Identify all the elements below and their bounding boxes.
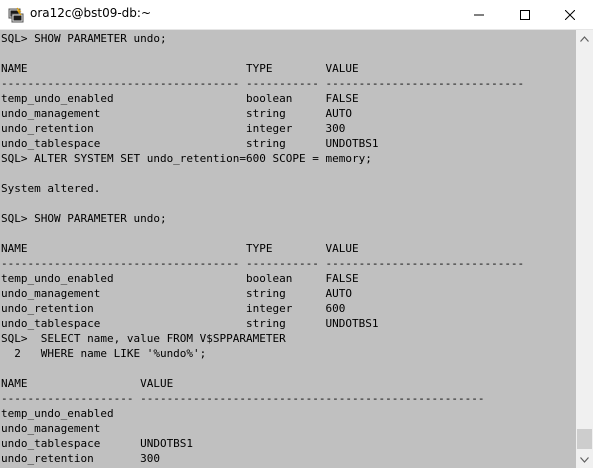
terminal-line: SQL> SHOW PARAMETER undo; bbox=[1, 32, 167, 45]
close-button[interactable] bbox=[547, 0, 593, 29]
terminal-line: ------------------------------------ ---… bbox=[1, 77, 525, 90]
terminal-line: NAME TYPE VALUE bbox=[1, 62, 359, 75]
chevron-up-icon bbox=[580, 35, 589, 42]
terminal-line: 2 WHERE name LIKE '%undo%'; bbox=[1, 347, 207, 360]
terminal-output[interactable]: SQL> SHOW PARAMETER undo; NAME TYPE VALU… bbox=[0, 30, 576, 468]
terminal-line: undo_tablespace string UNDOTBS1 bbox=[1, 317, 379, 330]
terminal-line: undo_retention 300 bbox=[1, 452, 160, 465]
terminal-line: temp_undo_enabled bbox=[1, 407, 114, 420]
vertical-scrollbar[interactable] bbox=[576, 30, 593, 468]
terminal-line: undo_retention integer 600 bbox=[1, 302, 346, 315]
terminal-line: undo_tablespace string UNDOTBS1 bbox=[1, 137, 379, 150]
terminal-line: SQL> ALTER SYSTEM SET undo_retention=600… bbox=[1, 152, 372, 165]
terminal-line: NAME VALUE bbox=[1, 377, 174, 390]
terminal-line: temp_undo_enabled boolean FALSE bbox=[1, 92, 359, 105]
scrollbar-thumb[interactable] bbox=[577, 429, 592, 449]
minimize-icon bbox=[474, 14, 484, 15]
scroll-up-button[interactable] bbox=[576, 30, 593, 47]
terminal-line: -------------------- -------------------… bbox=[1, 392, 485, 405]
title-bar[interactable]: ora12c@bst09-db:~ bbox=[0, 0, 593, 30]
terminal-line: undo_management string AUTO bbox=[1, 107, 352, 120]
chevron-down-icon bbox=[580, 456, 589, 463]
terminal-line: SQL> SELECT name, value FROM V$SPPARAMET… bbox=[1, 332, 286, 345]
terminal-line: undo_tablespace UNDOTBS1 bbox=[1, 437, 194, 450]
terminal-line: undo_management string AUTO bbox=[1, 287, 352, 300]
terminal-line: SQL> SHOW PARAMETER undo; bbox=[1, 212, 167, 225]
minimize-button[interactable] bbox=[456, 0, 502, 29]
window-title: ora12c@bst09-db:~ bbox=[30, 6, 152, 20]
terminal-line: undo_retention integer 300 bbox=[1, 122, 346, 135]
close-icon bbox=[565, 9, 575, 20]
putty-terminal-icon[interactable] bbox=[8, 7, 24, 23]
terminal-line: System altered. bbox=[1, 182, 101, 195]
terminal-line: ------------------------------------ ---… bbox=[1, 257, 525, 270]
terminal-line: NAME TYPE VALUE bbox=[1, 242, 359, 255]
maximize-button[interactable] bbox=[502, 0, 548, 29]
terminal-line: temp_undo_enabled boolean FALSE bbox=[1, 272, 359, 285]
maximize-icon bbox=[520, 9, 530, 20]
scroll-down-button[interactable] bbox=[576, 451, 593, 468]
terminal-line: undo_management bbox=[1, 422, 101, 435]
